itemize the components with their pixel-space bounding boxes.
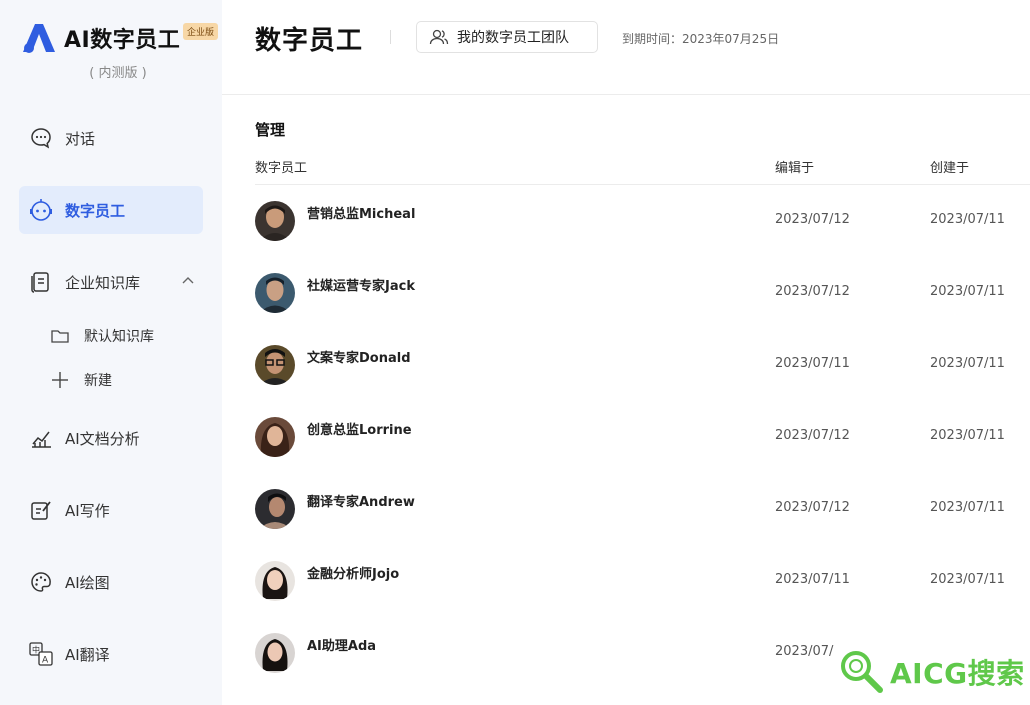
sub-label: 默认知识库 bbox=[84, 329, 154, 345]
nav-label: AI写作 bbox=[65, 501, 110, 520]
sub-new[interactable]: 新建 bbox=[50, 365, 200, 395]
avatar bbox=[255, 561, 295, 601]
section-title: 管理 bbox=[255, 121, 286, 139]
avatar bbox=[255, 633, 295, 673]
robot-icon bbox=[29, 198, 53, 222]
expiry-date: 到期时间：2023年07月25日 bbox=[622, 32, 780, 46]
nav-label: 数字员工 bbox=[65, 201, 126, 220]
edited-date: 2023/07/11 bbox=[775, 572, 850, 587]
edited-date: 2023/07/12 bbox=[775, 428, 850, 443]
beta-label: ( 内测版 ) bbox=[89, 66, 147, 81]
edited-date: 2023/07/12 bbox=[775, 212, 850, 227]
my-team-button[interactable]: 我的数字员工团队 bbox=[416, 21, 598, 53]
nav-ai-writing[interactable]: AI写作 bbox=[19, 486, 203, 534]
edition-badge: 企业版 bbox=[183, 23, 219, 40]
table-row[interactable]: 金融分析师Jojo 2023/07/11 2023/07/11 bbox=[255, 544, 1030, 616]
chat-icon bbox=[29, 126, 53, 150]
chevron-up-icon[interactable] bbox=[181, 274, 195, 288]
employee-name[interactable]: 翻译专家Andrew bbox=[307, 491, 415, 510]
document-icon bbox=[29, 270, 53, 294]
table-row[interactable]: 营销总监Micheal 2023/07/12 2023/07/11 bbox=[255, 184, 1030, 256]
svg-text:A: A bbox=[42, 656, 49, 666]
nav-digital-employee[interactable]: 数字员工 bbox=[19, 186, 203, 234]
page-title: 数字员工 bbox=[255, 26, 364, 56]
header-divider bbox=[390, 30, 391, 44]
watermark: AICG搜索 bbox=[838, 648, 1025, 696]
users-icon bbox=[429, 29, 449, 45]
table-row[interactable]: 翻译专家Andrew 2023/07/12 2023/07/11 bbox=[255, 472, 1030, 544]
employee-name[interactable]: AI助理Ada bbox=[307, 635, 376, 654]
employee-name[interactable]: 创意总监Lorrine bbox=[307, 419, 412, 438]
translate-icon: 中A bbox=[29, 642, 53, 666]
avatar bbox=[255, 417, 295, 457]
nav-label: AI翻译 bbox=[65, 645, 110, 664]
avatar bbox=[255, 273, 295, 313]
column-header-edited[interactable]: 编辑于 bbox=[775, 157, 814, 176]
edited-date: 2023/07/12 bbox=[775, 284, 850, 299]
employee-name[interactable]: 金融分析师Jojo bbox=[307, 563, 399, 582]
nav-ai-translate[interactable]: 中A AI翻译 bbox=[19, 630, 203, 678]
created-date: 2023/07/11 bbox=[930, 572, 1005, 587]
created-date: 2023/07/11 bbox=[930, 284, 1005, 299]
watermark-text: AICG搜索 bbox=[890, 657, 1025, 690]
nav-label: 企业知识库 bbox=[65, 273, 141, 292]
header: 数字员工 我的数字员工团队 到期时间：2023年07月25日 bbox=[222, 0, 1030, 95]
nav-label: 对话 bbox=[65, 129, 96, 148]
created-date: 2023/07/11 bbox=[930, 212, 1005, 227]
nav-label: AI文档分析 bbox=[65, 429, 140, 448]
brand-name: AI数字员工 bbox=[64, 28, 181, 53]
logo-icon bbox=[23, 24, 55, 53]
brand-logo[interactable]: AI数字员工 bbox=[22, 22, 180, 54]
search-magnifier-icon bbox=[841, 651, 883, 693]
sidebar: AI数字员工 企业版 ( 内测版 ) 对话 数字员工 企业知识库 默认知识库 新… bbox=[0, 0, 222, 705]
nav-knowledge-base[interactable]: 企业知识库 bbox=[19, 258, 203, 306]
avatar bbox=[255, 345, 295, 385]
plus-icon bbox=[50, 370, 70, 390]
table-row[interactable]: 社媒运营专家Jack 2023/07/12 2023/07/11 bbox=[255, 256, 1030, 328]
created-date: 2023/07/11 bbox=[930, 500, 1005, 515]
avatar bbox=[255, 201, 295, 241]
my-team-label: 我的数字员工团队 bbox=[457, 30, 569, 46]
employee-name[interactable]: 营销总监Micheal bbox=[307, 203, 415, 222]
table-row[interactable]: 文案专家Donald 2023/07/11 2023/07/11 bbox=[255, 328, 1030, 400]
column-header-employee: 数字员工 bbox=[255, 161, 308, 176]
chart-icon bbox=[29, 426, 53, 450]
nav-ai-drawing[interactable]: AI绘图 bbox=[19, 558, 203, 606]
column-header-created[interactable]: 创建于 bbox=[930, 157, 969, 176]
palette-icon bbox=[29, 570, 53, 594]
table-row[interactable]: 创意总监Lorrine 2023/07/12 2023/07/11 bbox=[255, 400, 1030, 472]
employee-name[interactable]: 文案专家Donald bbox=[307, 347, 411, 366]
edited-date: 2023/07/ bbox=[775, 644, 834, 659]
nav-ai-doc-analysis[interactable]: AI文档分析 bbox=[19, 414, 203, 462]
folder-icon bbox=[50, 326, 70, 346]
employee-name[interactable]: 社媒运营专家Jack bbox=[307, 275, 415, 294]
sub-default-knowledge-base[interactable]: 默认知识库 bbox=[50, 321, 200, 351]
created-date: 2023/07/11 bbox=[930, 428, 1005, 443]
edit-icon bbox=[29, 498, 53, 522]
app-window: AI数字员工 企业版 ( 内测版 ) 对话 数字员工 企业知识库 默认知识库 新… bbox=[0, 0, 1030, 705]
created-date: 2023/07/11 bbox=[930, 356, 1005, 371]
nav-chat[interactable]: 对话 bbox=[19, 114, 203, 162]
sub-label: 新建 bbox=[84, 373, 112, 389]
edited-date: 2023/07/12 bbox=[775, 500, 850, 515]
avatar bbox=[255, 489, 295, 529]
nav-label: AI绘图 bbox=[65, 573, 110, 592]
edited-date: 2023/07/11 bbox=[775, 356, 850, 371]
